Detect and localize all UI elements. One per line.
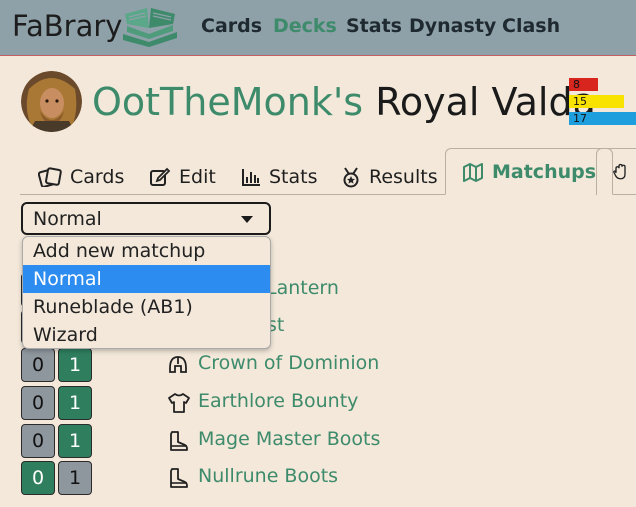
count-button[interactable]: 0 [21,424,55,458]
nav-link-decks[interactable]: Decks [273,15,337,37]
option-runeblade-ab1[interactable]: Runeblade (AB1) [23,293,270,321]
chest-icon [167,392,191,418]
table-row: 0 1 Crown of Dominion [0,348,636,382]
tab-stats-label: Stats [269,166,318,188]
tab-edit-label: Edit [179,166,216,188]
count-button[interactable]: 0 [21,461,55,495]
count-button[interactable]: 1 [58,461,92,495]
deck-owner-link[interactable]: OotTheMonk's [92,80,363,124]
edit-icon [150,167,171,186]
card-name-link[interactable]: Earthlore Bounty [198,390,358,412]
count-button[interactable]: 0 [21,348,55,382]
hero-avatar [21,71,82,132]
top-navbar: FaBrary Cards Decks Stats Dynasty Clash [0,0,636,56]
boots-icon [167,430,189,456]
pitch-blue-count: 17 [569,112,636,125]
option-add-new-matchup[interactable]: Add new matchup [23,237,270,265]
boots-icon [167,467,189,493]
count-button[interactable]: 1 [58,424,92,458]
helmet-icon [167,354,189,380]
card-name-link[interactable]: Lantern [266,277,339,299]
nav-link-dynasty[interactable]: Dynasty [409,15,496,37]
deck-name: Royal Valda [375,80,596,124]
nav-link-cards[interactable]: Cards [201,15,262,37]
card-name-link[interactable]: Nullrune Boots [198,465,338,487]
option-wizard[interactable]: Wizard [23,321,270,348]
matchup-select-value: Normal [33,208,102,230]
nav-link-clash[interactable]: Clash [502,15,560,37]
count-button[interactable]: 1 [58,386,92,420]
option-normal[interactable]: Normal [23,265,270,293]
tab-matchups-label: Matchups [492,160,597,183]
card-name-link[interactable]: Crown of Dominion [198,352,379,374]
tab-results[interactable]: Results [341,159,438,195]
books-logo-icon[interactable] [117,4,181,52]
tab-stats[interactable]: Stats [241,159,318,195]
tab-cards[interactable]: Cards [38,159,124,195]
tab-results-label: Results [369,166,438,188]
table-row: 0 1 Mage Master Boots [0,424,636,458]
tab-cards-label: Cards [70,166,125,188]
pitch-yellow-count: 15 [569,95,624,108]
card-name-link[interactable]: Mage Master Boots [198,428,380,450]
cards-icon [38,167,62,187]
table-row: 0 1 Nullrune Boots [0,461,636,495]
hand-icon [613,163,626,180]
count-button[interactable]: 0 [21,386,55,420]
tab-edit[interactable]: Edit [149,159,216,195]
map-icon [463,162,483,182]
table-row: 0 1 Earthlore Bounty [0,386,636,420]
brand-name[interactable]: FaBrary [12,9,122,43]
pitch-red-count: 8 [569,78,598,91]
tab-matchups[interactable]: Matchups [445,148,614,195]
matchup-dropdown-list: Add new matchup Normal Runeblade (AB1) W… [22,236,271,349]
nav-link-stats[interactable]: Stats [346,15,402,37]
bar-chart-icon [242,169,260,186]
medal-icon [343,167,359,188]
tab-playtest[interactable] [596,148,636,195]
count-button[interactable]: 1 [58,348,92,382]
deck-title: OotTheMonk's Royal Valda [92,80,596,124]
chevron-down-icon [241,216,253,223]
matchup-select[interactable]: Normal [21,202,271,235]
